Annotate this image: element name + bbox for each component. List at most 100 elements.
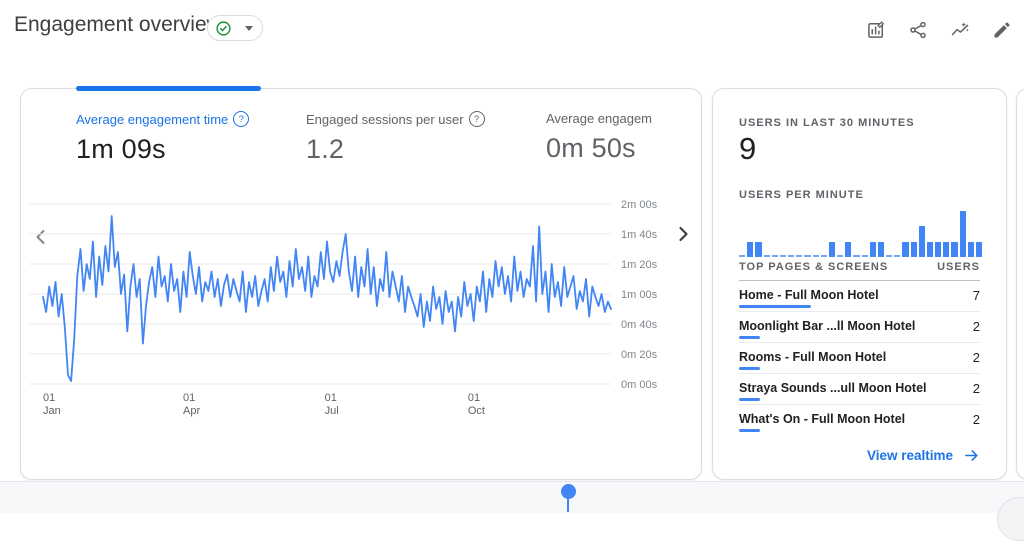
- minute-bar: [739, 255, 745, 257]
- table-header: TOP PAGES & SCREENS USERS: [739, 261, 980, 281]
- arrow-right-icon: [963, 447, 980, 464]
- share-icon[interactable]: [908, 20, 928, 40]
- table-row[interactable]: Rooms - Full Moon Hotel 2: [739, 343, 980, 374]
- svg-text:01Apr: 01Apr: [183, 392, 200, 417]
- users-last-30min-value: 9: [739, 131, 756, 167]
- minute-bar: [878, 242, 884, 257]
- minute-bar: [813, 255, 819, 257]
- minute-bar: [951, 242, 957, 257]
- metric-value: 0m 50s: [546, 133, 670, 164]
- minute-bar: [796, 255, 802, 257]
- help-icon[interactable]: ?: [469, 111, 485, 127]
- engagement-time-line-chart[interactable]: 2m 00s 1m 40s 1m 20s 1m 00s 0m 40s 0m 20s 0m 0…: [21, 194, 701, 439]
- svg-text:01Jan: 01Jan: [43, 392, 61, 417]
- minute-bar: [919, 226, 925, 257]
- top-pages-table: TOP PAGES & SCREENS USERS Home - Full Mo…: [739, 261, 980, 435]
- metric-label: Engaged sessions per user: [306, 112, 464, 127]
- users-count: 2: [973, 319, 980, 334]
- users-count: 2: [973, 350, 980, 365]
- check-circle-icon: [215, 20, 232, 37]
- carousel-indicator-dot[interactable]: [561, 484, 576, 499]
- col-users-header: USERS: [937, 261, 980, 273]
- next-card-sliver: [1016, 88, 1024, 480]
- minute-bar: [943, 242, 949, 257]
- users-databar: [739, 305, 811, 308]
- users-databar: [739, 429, 760, 432]
- users-per-minute-bar-chart[interactable]: [739, 207, 982, 257]
- minute-bar: [862, 255, 868, 257]
- active-tab-indicator: [76, 86, 261, 91]
- users-databar: [739, 398, 760, 401]
- metric-label: Average engagement time: [76, 112, 228, 127]
- report-status-dropdown[interactable]: [207, 15, 263, 41]
- users-count: 2: [973, 412, 980, 427]
- minute-bar: [821, 255, 827, 257]
- minute-bar: [911, 242, 917, 257]
- users-per-minute-label: USERS PER MINUTE: [739, 189, 864, 201]
- page-name: Rooms - Full Moon Hotel: [739, 350, 886, 364]
- users-count: 2: [973, 381, 980, 396]
- minute-bar: [788, 255, 794, 257]
- view-realtime-link[interactable]: View realtime: [867, 447, 980, 464]
- metric-label: Average engagem: [546, 111, 652, 126]
- users-databar: [739, 367, 760, 370]
- svg-text:01Jul: 01Jul: [325, 392, 339, 417]
- minute-bar: [780, 255, 786, 257]
- minute-bar: [894, 255, 900, 257]
- svg-text:1m 00s: 1m 00s: [621, 289, 658, 301]
- minute-bar: [829, 242, 835, 257]
- svg-text:1m 20s: 1m 20s: [621, 259, 658, 271]
- minute-bar: [927, 242, 933, 257]
- insights-icon[interactable]: [950, 20, 970, 40]
- table-row[interactable]: Moonlight Bar ...ll Moon Hotel 2: [739, 312, 980, 343]
- col-pages-header: TOP PAGES & SCREENS: [739, 261, 888, 273]
- help-icon[interactable]: ?: [233, 111, 249, 127]
- edit-icon[interactable]: [992, 20, 1012, 40]
- report-header: Engagement overview: [0, 0, 1024, 56]
- users-databar: [739, 336, 760, 339]
- minute-bar: [804, 255, 810, 257]
- chevron-down-icon: [245, 26, 253, 31]
- minute-bar: [772, 255, 778, 257]
- users-last-30min-label: USERS IN LAST 30 MINUTES: [739, 117, 915, 129]
- carousel-indicator-stem: [567, 498, 569, 512]
- page-name: What's On - Full Moon Hotel: [739, 412, 905, 426]
- svg-text:0m 40s: 0m 40s: [621, 319, 658, 331]
- minute-bar: [960, 211, 966, 257]
- minute-bar: [747, 242, 753, 257]
- svg-text:01Oct: 01Oct: [468, 392, 485, 417]
- svg-text:0m 20s: 0m 20s: [621, 349, 658, 361]
- minute-bar: [837, 255, 843, 257]
- customize-report-icon[interactable]: [866, 20, 886, 40]
- engagement-overview-card: Average engagement time ? 1m 09s Engaged…: [20, 88, 702, 480]
- page-title: Engagement overview: [14, 13, 222, 37]
- tab-average-engagement-time[interactable]: Average engagement time ? 1m 09s: [76, 111, 249, 165]
- minute-bar: [853, 255, 859, 257]
- table-row[interactable]: What's On - Full Moon Hotel 2: [739, 405, 980, 435]
- minute-bar: [755, 242, 761, 257]
- tab-engaged-sessions-per-user[interactable]: Engaged sessions per user ? 1.2: [306, 111, 485, 165]
- svg-text:2m 00s: 2m 00s: [621, 199, 658, 211]
- minute-bar: [764, 255, 770, 257]
- minute-bar: [870, 242, 876, 257]
- page-name: Straya Sounds ...ull Moon Hotel: [739, 381, 927, 395]
- minute-bar: [845, 242, 851, 257]
- table-row[interactable]: Straya Sounds ...ull Moon Hotel 2: [739, 374, 980, 405]
- minute-bar: [968, 242, 974, 257]
- table-row[interactable]: Home - Full Moon Hotel 7: [739, 281, 980, 312]
- page-name: Moonlight Bar ...ll Moon Hotel: [739, 319, 915, 333]
- page-name: Home - Full Moon Hotel: [739, 288, 879, 302]
- metric-value: 1m 09s: [76, 134, 249, 165]
- svg-text:0m 00s: 0m 00s: [621, 379, 658, 391]
- header-toolbar: [866, 20, 1012, 40]
- minute-bar: [935, 242, 941, 257]
- users-count: 7: [973, 288, 980, 303]
- minute-bar: [976, 242, 982, 257]
- minute-bar: [902, 242, 908, 257]
- tab-average-engagement-truncated[interactable]: Average engagem 0m 50s: [546, 111, 670, 164]
- metric-value: 1.2: [306, 134, 485, 165]
- realtime-card: USERS IN LAST 30 MINUTES 9 USERS PER MIN…: [712, 88, 1007, 480]
- view-realtime-label: View realtime: [867, 448, 953, 463]
- svg-text:1m 40s: 1m 40s: [621, 229, 658, 241]
- footer-strip: [0, 481, 1024, 513]
